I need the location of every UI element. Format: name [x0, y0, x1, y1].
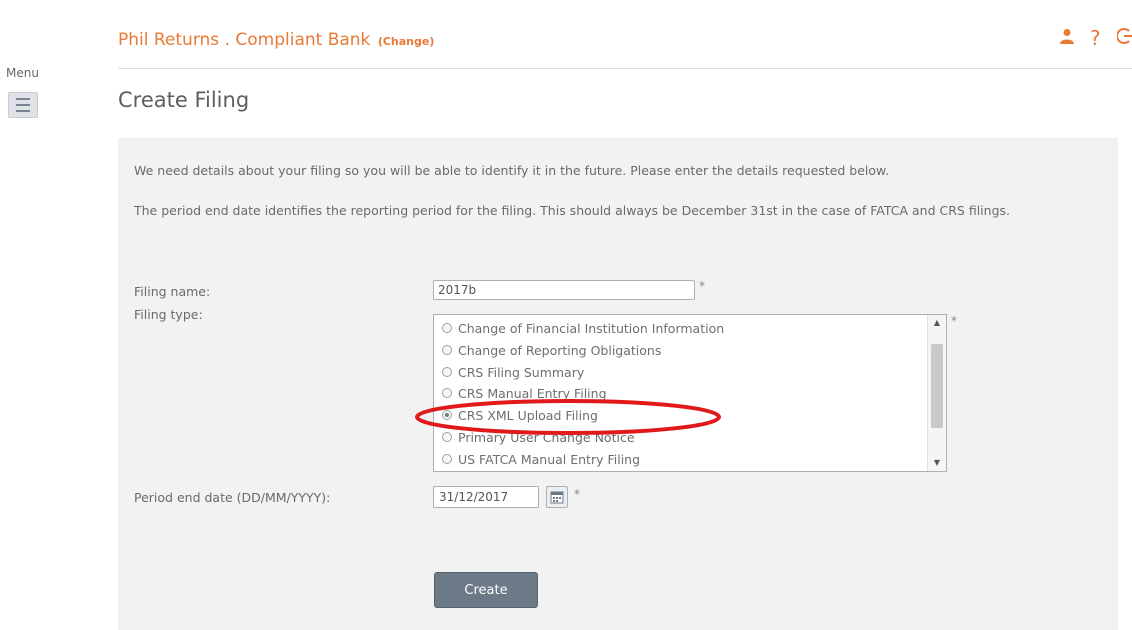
scroll-up-arrow-icon[interactable]: ▲ [928, 315, 946, 331]
radio-button[interactable] [442, 367, 452, 377]
radio-button[interactable] [442, 388, 452, 398]
menu-button[interactable] [8, 92, 38, 118]
hamburger-icon-bar [16, 104, 30, 106]
period-end-date-input[interactable] [433, 486, 539, 508]
radio-button[interactable] [442, 432, 452, 442]
calendar-icon[interactable] [546, 486, 568, 508]
user-name: Phil Returns [118, 30, 220, 50]
menu-label: Menu [6, 66, 39, 80]
filing-type-option-selected[interactable]: CRS XML Upload Filing [442, 407, 598, 423]
scrollbar-thumb[interactable] [931, 344, 943, 428]
option-label: CRS Filing Summary [458, 364, 585, 380]
required-marker: * [951, 314, 957, 328]
account-header: Phil Returns . Compliant Bank (Change) [118, 30, 434, 50]
change-institution-link[interactable]: (Change) [378, 35, 435, 48]
filing-name-label: Filing name: [134, 284, 211, 299]
option-label: CRS Manual Entry Filing [458, 385, 607, 401]
header-separator: . [224, 30, 230, 50]
filing-type-listbox[interactable]: Change of Financial Institution Informat… [433, 314, 947, 472]
listbox-scrollbar[interactable]: ▲ ▼ [927, 315, 946, 471]
user-icon[interactable] [1060, 28, 1074, 48]
header-divider [118, 68, 1132, 69]
create-filing-panel: We need details about your filing so you… [118, 138, 1118, 630]
filing-type-label: Filing type: [134, 307, 203, 322]
scroll-down-arrow-icon[interactable]: ▼ [928, 455, 946, 471]
institution-name: Compliant Bank [235, 30, 371, 50]
help-icon[interactable]: ? [1090, 28, 1101, 48]
radio-button-selected[interactable] [442, 410, 452, 420]
page-title: Create Filing [118, 88, 250, 112]
radio-button[interactable] [442, 454, 452, 464]
header-icons: ? [1060, 27, 1132, 49]
hamburger-icon-bar [16, 110, 30, 112]
required-marker: * [699, 279, 705, 293]
hamburger-icon-bar [16, 98, 30, 100]
option-label: US FATCA Manual Entry Filing [458, 451, 641, 467]
sign-out-icon[interactable] [1115, 27, 1132, 49]
option-label: Change of Financial Institution Informat… [458, 320, 725, 336]
radio-button[interactable] [442, 323, 452, 333]
filing-name-input[interactable] [433, 280, 695, 300]
intro-text: We need details about your filing so you… [134, 163, 890, 178]
option-label: CRS XML Upload Filing [458, 407, 598, 423]
filing-type-option[interactable]: CRS Filing Summary [442, 364, 584, 380]
period-end-date-label: Period end date (DD/MM/YYYY): [134, 490, 331, 505]
period-info-text: The period end date identifies the repor… [134, 203, 1010, 218]
filing-type-option[interactable]: Change of Reporting Obligations [442, 342, 661, 358]
required-marker: * [574, 487, 580, 501]
filing-type-option[interactable]: Primary User Change Notice [442, 429, 635, 445]
radio-button[interactable] [442, 345, 452, 355]
option-label: Primary User Change Notice [458, 429, 635, 445]
create-button[interactable]: Create [434, 572, 538, 608]
filing-type-option[interactable]: Change of Financial Institution Informat… [442, 320, 724, 336]
option-label: Change of Reporting Obligations [458, 342, 662, 358]
filing-type-option[interactable]: CRS Manual Entry Filing [442, 385, 607, 401]
filing-type-option[interactable]: US FATCA Manual Entry Filing [442, 451, 640, 467]
